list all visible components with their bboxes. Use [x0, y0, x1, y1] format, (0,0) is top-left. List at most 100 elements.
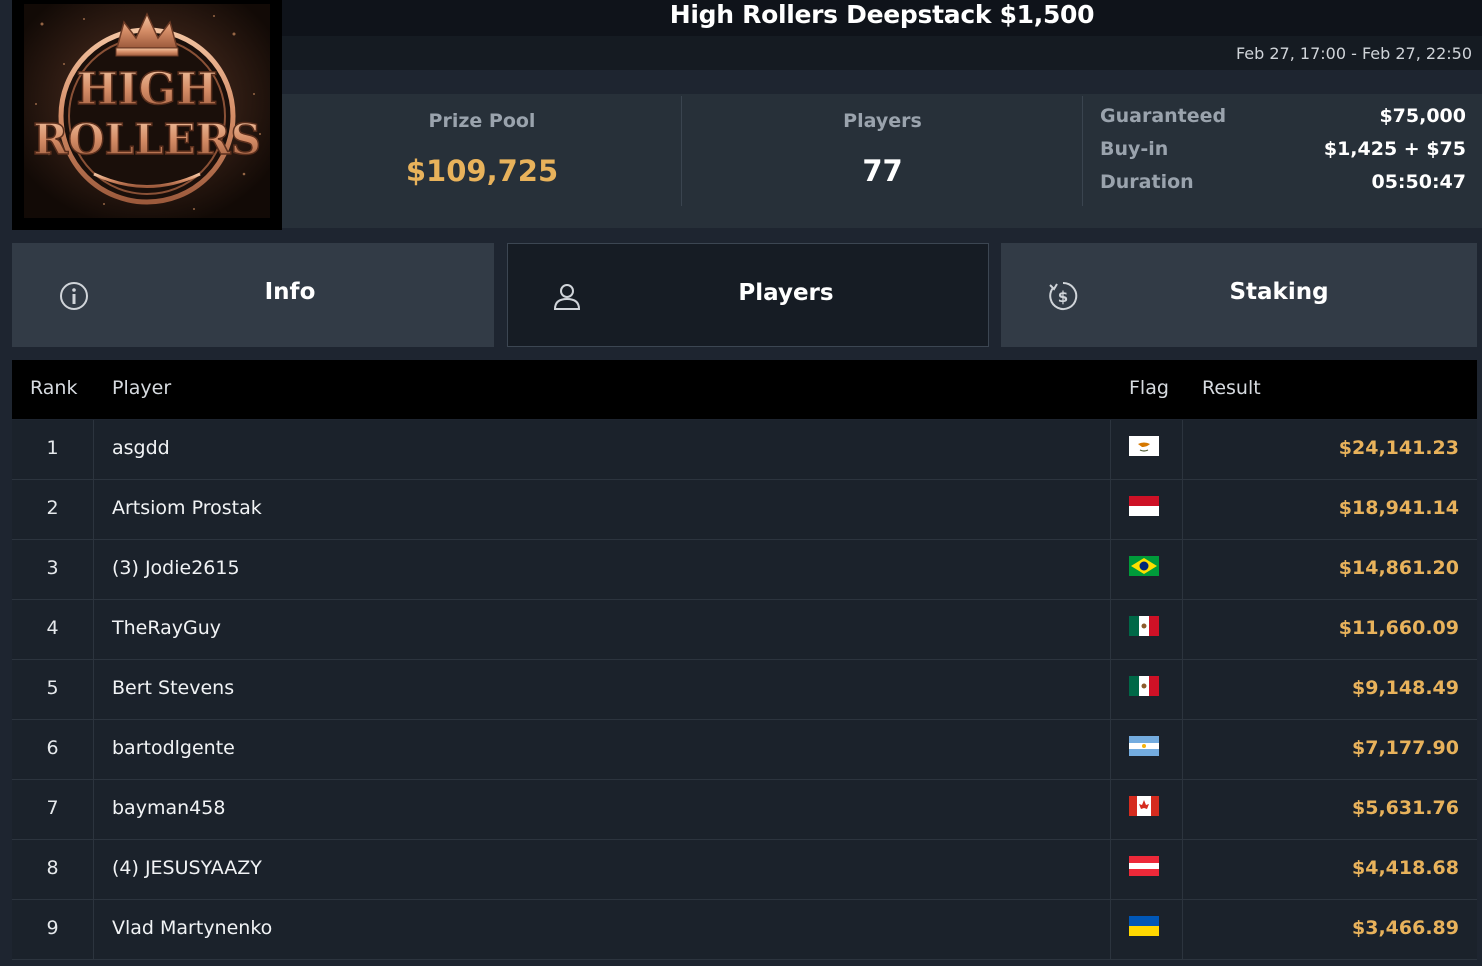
table-row[interactable]: 1 asgdd $24,141.23 [12, 420, 1477, 480]
column-divider [1110, 660, 1111, 720]
guaranteed-value: $75,000 [1379, 105, 1466, 127]
tab-players[interactable]: Players [507, 243, 989, 347]
column-divider [1182, 540, 1183, 600]
flag-ar-icon [1129, 736, 1159, 756]
table-row[interactable]: 9 Vlad Martynenko $3,466.89 [12, 900, 1477, 960]
players-label: Players [843, 110, 922, 132]
prize-pool-stat: Prize Pool $109,725 [282, 94, 682, 206]
table-row[interactable]: 7 bayman458 $5,631.76 [12, 780, 1477, 840]
rank-cell: 6 [46, 737, 59, 759]
table-row[interactable]: 6 bartodlgente $7,177.90 [12, 720, 1477, 780]
buyin-label: Buy-in [1100, 138, 1169, 160]
column-divider [1182, 840, 1183, 900]
flag-cy-icon [1129, 436, 1159, 456]
flag-header[interactable]: Flag [1129, 377, 1169, 399]
table-row[interactable]: 4 TheRayGuy $11,660.09 [12, 600, 1477, 660]
column-divider [1182, 660, 1183, 720]
result-header[interactable]: Result [1202, 377, 1261, 399]
result-cell: $4,418.68 [1352, 857, 1459, 879]
players-value: 77 [862, 154, 903, 188]
duration-value: 05:50:47 [1371, 171, 1466, 193]
column-divider [93, 600, 94, 660]
rank-cell: 4 [46, 617, 59, 639]
rank-cell: 5 [46, 677, 59, 699]
rank-cell: 9 [46, 917, 59, 939]
column-divider [93, 420, 94, 480]
rank-cell: 8 [46, 857, 59, 879]
svg-text:HIGH: HIGH [76, 64, 217, 115]
flag-mx-icon [1129, 676, 1159, 696]
column-divider [93, 900, 94, 960]
tab-info[interactable]: Info [12, 243, 494, 347]
buyin-value: $1,425 + $75 [1323, 138, 1466, 160]
result-cell: $11,660.09 [1338, 617, 1459, 639]
flag-br-icon [1129, 556, 1159, 576]
column-divider [1110, 420, 1111, 480]
player-name[interactable]: Bert Stevens [112, 677, 234, 699]
flag-at-icon [1129, 856, 1159, 876]
player-name[interactable]: asgdd [112, 437, 170, 459]
rank-cell: 7 [46, 797, 59, 819]
column-divider [1110, 720, 1111, 780]
tab-staking-label: Staking [1229, 279, 1329, 305]
flag-id-icon [1129, 496, 1159, 516]
result-cell: $9,148.49 [1352, 677, 1459, 699]
rank-cell: 2 [46, 497, 59, 519]
rank-cell: 3 [46, 557, 59, 579]
prize-pool-label: Prize Pool [428, 110, 536, 132]
table-row[interactable]: 8 (4) JESUSYAAZY $4,418.68 [12, 840, 1477, 900]
table-header: Rank Player Flag Result [12, 360, 1477, 419]
stats-panel: Prize Pool $109,725 Players 77 Guarantee… [282, 94, 1482, 228]
tab-players-label: Players [738, 280, 834, 306]
column-divider [1110, 780, 1111, 840]
tournament-logo: HIGH ROLLERS [12, 0, 282, 230]
table-row[interactable]: 5 Bert Stevens $9,148.49 [12, 660, 1477, 720]
page-title: High Rollers Deepstack $1,500 [669, 0, 1095, 29]
stat-divider [1082, 96, 1083, 206]
result-cell: $7,177.90 [1352, 737, 1459, 759]
column-divider [93, 720, 94, 780]
column-divider [1110, 480, 1111, 540]
player-name[interactable]: Artsiom Prostak [112, 497, 262, 519]
player-name[interactable]: TheRayGuy [112, 617, 221, 639]
column-divider [1182, 900, 1183, 960]
column-divider [1182, 720, 1183, 780]
flag-mx-icon [1129, 616, 1159, 636]
rank-cell: 1 [46, 437, 59, 459]
svg-text:ROLLERS: ROLLERS [33, 115, 261, 164]
column-divider [93, 540, 94, 600]
column-divider [93, 780, 94, 840]
column-divider [93, 480, 94, 540]
column-divider [1110, 600, 1111, 660]
player-name[interactable]: (4) JESUSYAAZY [112, 857, 262, 879]
tab-staking[interactable]: $ Staking [1001, 243, 1477, 347]
column-divider [93, 660, 94, 720]
result-cell: $18,941.14 [1338, 497, 1459, 519]
rank-header[interactable]: Rank [30, 377, 77, 399]
tab-info-label: Info [264, 279, 316, 305]
result-cell: $14,861.20 [1338, 557, 1459, 579]
player-name[interactable]: bayman458 [112, 797, 225, 819]
column-divider [1182, 420, 1183, 480]
guaranteed-label: Guaranteed [1100, 105, 1227, 127]
player-name[interactable]: Vlad Martynenko [112, 917, 272, 939]
column-divider [1182, 600, 1183, 660]
result-cell: $24,141.23 [1338, 437, 1459, 459]
result-cell: $5,631.76 [1352, 797, 1459, 819]
flag-ua-icon [1129, 916, 1159, 936]
column-divider [1182, 780, 1183, 840]
column-divider [1182, 480, 1183, 540]
players-stat: Players 77 [682, 94, 1083, 206]
duration-label: Duration [1100, 171, 1194, 193]
tournament-dates: Feb 27, 17:00 - Feb 27, 22:50 [1235, 44, 1472, 63]
flag-ca-icon [1129, 796, 1159, 816]
result-cell: $3,466.89 [1352, 917, 1459, 939]
player-name[interactable]: bartodlgente [112, 737, 235, 759]
player-header[interactable]: Player [112, 377, 171, 399]
player-name[interactable]: (3) Jodie2615 [112, 557, 240, 579]
high-rollers-logo: HIGH ROLLERS [24, 4, 270, 218]
table-row[interactable]: 2 Artsiom Prostak $18,941.14 [12, 480, 1477, 540]
table-row[interactable]: 3 (3) Jodie2615 $14,861.20 [12, 540, 1477, 600]
column-divider [93, 840, 94, 900]
column-divider [1110, 900, 1111, 960]
